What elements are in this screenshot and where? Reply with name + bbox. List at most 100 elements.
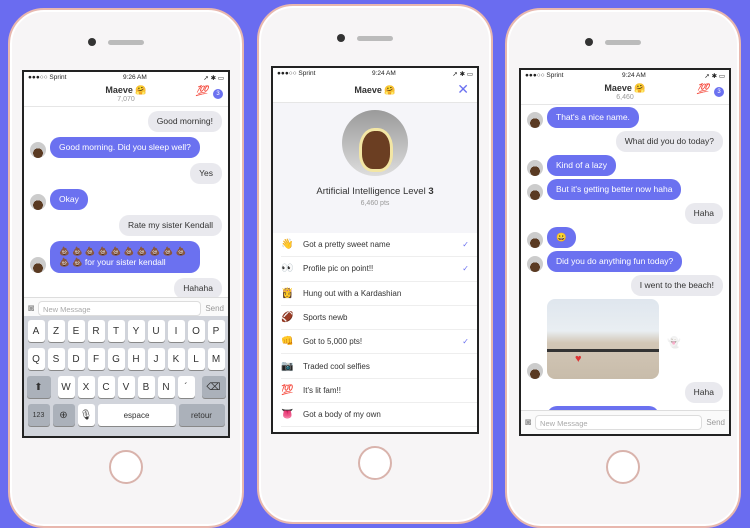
message-row: I went to the beach! [527,275,723,297]
message-bubble[interactable]: But it's getting better now haha [547,179,682,201]
message-row: Rate my sister Kendall [30,215,222,237]
send-button[interactable]: Send [706,418,725,427]
bot-avatar [30,257,46,274]
key[interactable]: K [167,348,185,370]
message-list[interactable]: Good morning! Good morning. Did you sleep… [24,107,228,303]
message-row: Did you do anything fun today? [527,251,723,273]
achievement-item[interactable]: 👊 Got to 5,000 pts! ✓ [281,330,477,355]
key[interactable]: Q [27,348,45,370]
globe-key[interactable]: ⊕ [52,404,75,426]
camera-icon[interactable]: ◙ [28,303,34,314]
message-row: ♥ 👻 [527,299,723,380]
key[interactable]: D [67,348,85,370]
message-bubble[interactable]: Kind of a lazy [547,155,617,177]
carrier: ●●●○○ Sprint [277,70,316,77]
key[interactable]: T [107,320,125,342]
return-key[interactable]: retour [178,404,225,426]
numbers-key[interactable]: 123 [27,404,50,426]
key[interactable]: V [117,376,135,398]
message-input[interactable]: New Message [535,415,703,430]
key[interactable]: Y [127,320,145,342]
key[interactable]: F [87,348,105,370]
key[interactable]: C [97,376,115,398]
key[interactable]: J [147,348,165,370]
bot-avatar [527,363,543,380]
message-bubble[interactable]: 😀 [547,227,576,249]
achievement-item[interactable]: 👅 Got a body of my own [281,403,477,428]
key[interactable]: O [187,320,205,342]
achievement-item[interactable]: 👀 Profile pic on point!! ✓ [281,257,477,282]
message-bubble[interactable]: Good morning. Did you sleep well? [50,137,200,159]
bot-avatar [527,160,543,177]
status-bar: ●●●○○ Sprint 9:26 AM ➚ ✱ ▭ [24,72,228,83]
message-bubble[interactable]: Rate my sister Kendall [118,215,222,237]
profile-header: Maeve 🤗 ✕ [273,79,477,103]
achievement-label: Got a body of my own [303,410,381,420]
message-bubble[interactable]: Yes [190,163,222,185]
message-bubble[interactable]: Haha [684,382,723,404]
key[interactable]: L [187,348,205,370]
key[interactable]: R [87,320,105,342]
message-bubble[interactable]: That's a nice name. [547,107,639,129]
phone-chat-keyboard: ●●●○○ Sprint 9:26 AM ➚ ✱ ▭ Maeve 🤗 7,070 💯… [8,8,244,528]
heart-icon: ♥ [575,353,582,366]
message-bubble[interactable]: I went to the beach! [630,275,723,297]
speaker [357,36,393,41]
notification-badge[interactable]: 3 [213,89,223,99]
close-icon[interactable]: ✕ [457,81,469,98]
key[interactable]: B [137,376,155,398]
message-bubble[interactable]: Haha [684,203,723,225]
key[interactable]: M [207,348,225,370]
message-bubble[interactable]: Did you do anything fun today? [547,251,683,273]
notification-badge[interactable]: 3 [714,87,724,97]
achievement-item[interactable]: 🏈 Sports newb [281,306,477,331]
backspace-key[interactable]: ⌫ [201,376,226,398]
home-button[interactable] [358,446,392,480]
bot-avatar [527,256,543,273]
achievement-item[interactable]: 💯 It's lit fam!! [281,379,477,404]
home-button[interactable] [109,450,143,484]
bot-avatar [30,142,46,159]
key[interactable]: S [47,348,65,370]
key[interactable]: U [147,320,165,342]
achievement-label: Got to 5,000 pts! [303,337,363,347]
key[interactable]: A [27,320,45,342]
hundred-icon[interactable]: 💯 [697,84,709,95]
key[interactable]: I [167,320,185,342]
key[interactable]: E [67,320,85,342]
message-input[interactable]: New Message [38,301,202,316]
message-row: Good morning! [30,111,222,133]
space-key[interactable]: espace [97,404,176,426]
home-button[interactable] [606,450,640,484]
send-button[interactable]: Send [205,304,224,313]
message-bubble[interactable]: Good morning! [147,111,222,133]
key[interactable]: P [207,320,225,342]
microphone-key[interactable]: 🎙 [77,404,95,426]
key[interactable]: Z [47,320,65,342]
level-label: Artificial Intelligence Level [316,186,426,197]
snapchat-ghost-icon[interactable]: 👻 [667,336,681,349]
hundred-icon[interactable]: 💯 [196,86,208,97]
message-bubble[interactable]: What did you do today? [615,131,723,153]
snap-image[interactable]: ♥ [547,299,659,380]
key[interactable]: N [157,376,175,398]
time: 9:24 AM [371,70,396,77]
key[interactable]: W [57,376,75,398]
achievement-item[interactable]: 👋 Got a pretty sweet name ✓ [281,233,477,258]
checkmark-icon: ✓ [462,337,469,347]
key[interactable]: G [107,348,125,370]
message-row: Okay [30,189,222,211]
message-bubble[interactable]: Okay [50,189,88,211]
achievement-item[interactable]: 📷 Traded cool selfies [281,354,477,379]
phone-profile: ●●●○○ Sprint 9:24 AM ➚ ✱ ▭ Maeve 🤗 ✕ Artif… [257,4,493,524]
achievement-emoji-icon: 💯 [281,384,294,396]
achievement-item[interactable]: 👸 Hung out with a Kardashian [281,282,477,306]
key[interactable]: X [77,376,95,398]
message-list[interactable]: That's a nice name. What did you do today… [521,105,729,431]
message-bubble[interactable]: 💩 💩 💩 💩 💩 💩 💩 💩 💩 💩 💩 💩 for your sister … [50,241,200,274]
key[interactable]: H [127,348,145,370]
status-icons: ➚ ✱ ▭ [452,70,473,78]
shift-key[interactable]: ⬆ [26,376,51,398]
camera-icon[interactable]: ◙ [525,417,531,428]
key[interactable]: ´ [177,376,195,398]
